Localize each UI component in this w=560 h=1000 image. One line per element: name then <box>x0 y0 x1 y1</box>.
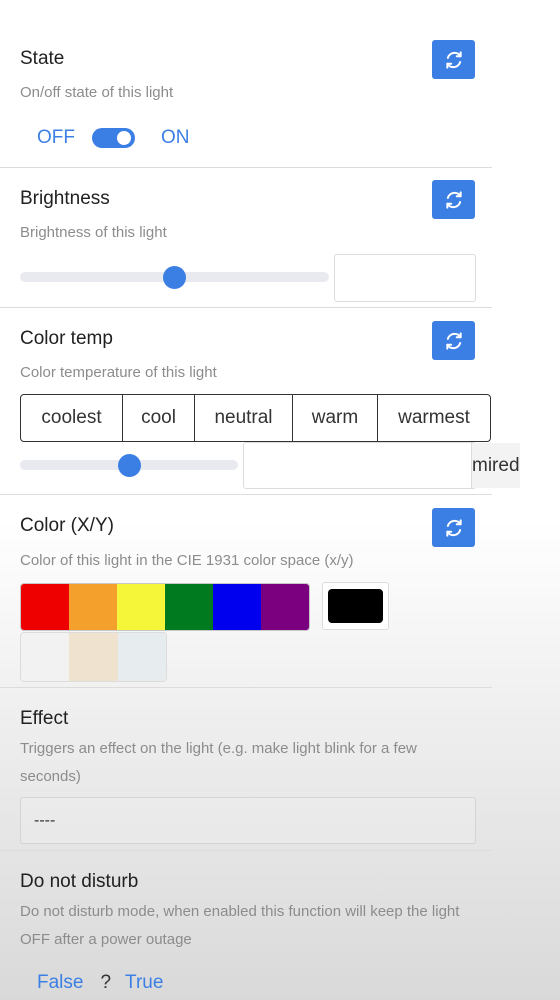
state-section: State On/off state of this light OFF ON <box>0 0 492 168</box>
color-picker-button[interactable] <box>322 582 389 630</box>
dnd-unknown-state: ? <box>100 972 112 993</box>
refresh-icon <box>445 331 462 350</box>
dnd-description: Do not disturb mode, when enabled this f… <box>20 903 460 948</box>
brightness-section: Brightness Brightness of this light <box>0 168 492 308</box>
color-temp-description: Color temperature of this light <box>20 364 217 381</box>
color-xy-description: Color of this light in the CIE 1931 colo… <box>20 552 354 569</box>
color-temp-input[interactable] <box>244 443 471 488</box>
preset-warm[interactable]: warm <box>293 395 378 441</box>
color-swatch-bar <box>20 583 310 631</box>
swatch-green[interactable] <box>165 584 213 630</box>
brightness-slider-thumb[interactable] <box>163 266 186 289</box>
swatch-yellow[interactable] <box>117 584 165 630</box>
current-color-swatch <box>328 589 383 623</box>
color-temp-presets: coolest cool neutral warm warmest <box>20 394 491 442</box>
color-temp-title: Color temp <box>20 328 113 349</box>
dnd-toggle-row: False ? True <box>37 972 163 994</box>
color-xy-title: Color (X/Y) <box>20 515 114 536</box>
color-temp-input-group: mired <box>243 442 520 489</box>
effect-title: Effect <box>20 708 69 729</box>
brightness-description: Brightness of this light <box>20 224 167 241</box>
state-switch[interactable] <box>92 128 135 148</box>
refresh-icon <box>445 190 462 209</box>
white-swatch-bar <box>20 632 167 682</box>
state-on-label[interactable]: ON <box>161 127 190 149</box>
color-temp-slider-thumb[interactable] <box>117 454 141 477</box>
brightness-title: Brightness <box>20 188 110 209</box>
dnd-title: Do not disturb <box>20 871 139 892</box>
state-toggle-row: OFF ON <box>37 127 190 149</box>
swatch-orange[interactable] <box>69 584 117 630</box>
mired-unit-label: mired <box>471 443 520 488</box>
state-refresh-button[interactable] <box>432 40 475 79</box>
swatch-red[interactable] <box>21 584 69 630</box>
switch-knob <box>117 131 131 145</box>
state-off-label[interactable]: OFF <box>37 127 75 149</box>
preset-neutral[interactable]: neutral <box>195 395 293 441</box>
swatch-blue[interactable] <box>213 584 261 630</box>
swatch-purple[interactable] <box>261 584 309 630</box>
color-xy-refresh-button[interactable] <box>432 508 475 547</box>
color-temp-refresh-button[interactable] <box>432 321 475 360</box>
dnd-true-option[interactable]: True <box>125 972 163 994</box>
state-description: On/off state of this light <box>20 84 174 101</box>
effect-select[interactable]: ---- <box>20 797 476 844</box>
preset-coolest[interactable]: coolest <box>21 395 123 441</box>
state-title: State <box>20 48 65 69</box>
refresh-icon <box>445 50 462 69</box>
dnd-false-option[interactable]: False <box>37 972 83 994</box>
brightness-input[interactable] <box>334 254 476 302</box>
swatch-cool-white[interactable] <box>117 633 166 681</box>
refresh-icon <box>445 518 462 537</box>
effect-description: Triggers an effect on the light (e.g. ma… <box>20 740 417 785</box>
preset-warmest[interactable]: warmest <box>378 395 490 441</box>
brightness-refresh-button[interactable] <box>432 180 475 219</box>
swatch-white[interactable] <box>21 633 70 681</box>
swatch-warm-white[interactable] <box>69 633 118 681</box>
preset-cool[interactable]: cool <box>123 395 195 441</box>
